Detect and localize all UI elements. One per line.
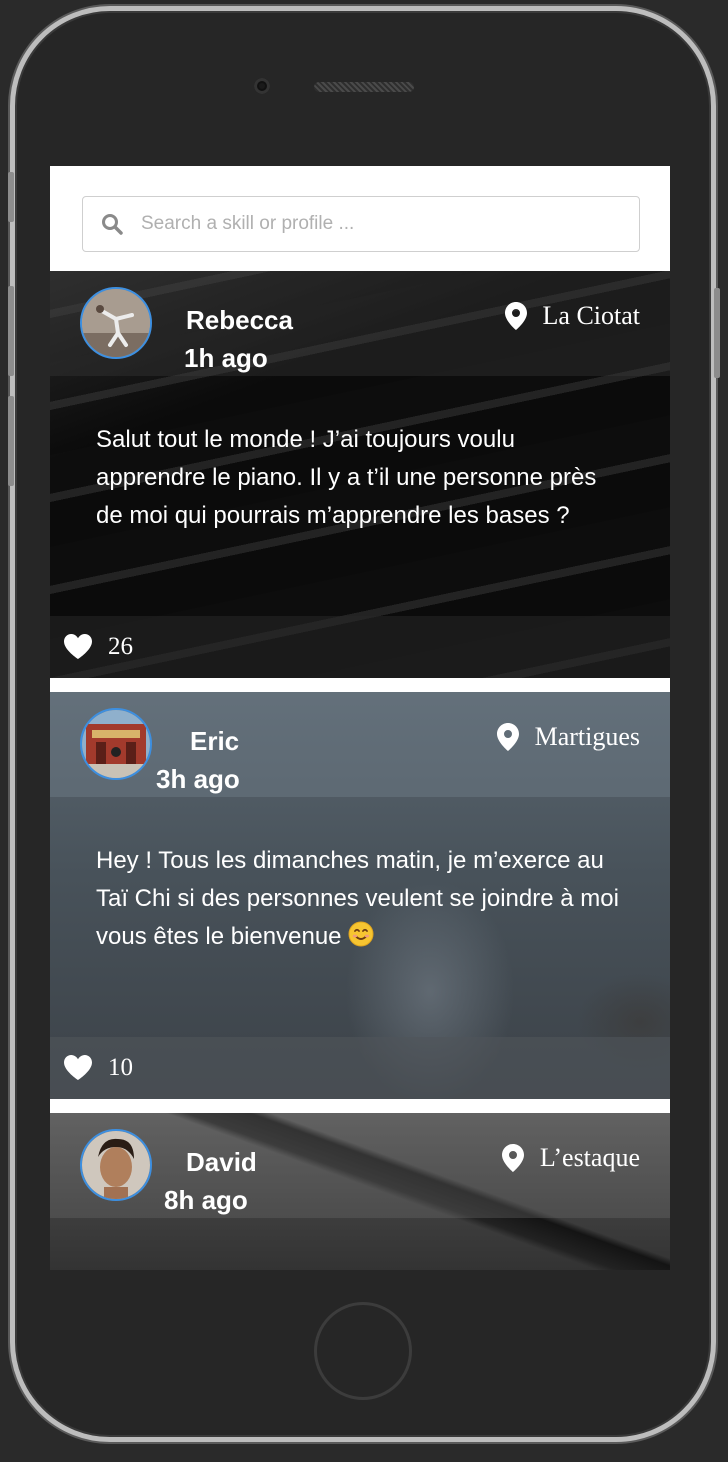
heart-icon[interactable] xyxy=(64,634,92,660)
post-card[interactable]: David 8h ago L’estaque xyxy=(50,1113,670,1270)
post-header: Eric 3h ago Martigues xyxy=(50,692,670,797)
post-card[interactable]: Rebecca 1h ago La Ciotat Salut tout le m… xyxy=(50,271,670,678)
location-label: La Ciotat xyxy=(542,301,640,330)
pin-icon xyxy=(496,723,519,751)
front-camera xyxy=(254,78,270,94)
post-time: 1h ago xyxy=(184,343,268,373)
location: Martigues xyxy=(496,722,640,752)
post-text: Hey ! Tous les dimanches matin, je m’exe… xyxy=(96,842,626,956)
mute-switch xyxy=(8,172,14,222)
post-card[interactable]: Eric 3h ago Martigues Hey ! Tous les dim… xyxy=(50,692,670,1099)
volume-down-button xyxy=(8,396,14,486)
post-footer: 10 xyxy=(50,1037,670,1099)
avatar[interactable] xyxy=(80,708,152,780)
author-name[interactable]: David xyxy=(186,1147,257,1178)
location-label: L’estaque xyxy=(539,1143,640,1172)
author-name[interactable]: Eric xyxy=(190,726,239,757)
avatar[interactable] xyxy=(80,287,152,359)
location: La Ciotat xyxy=(504,301,640,331)
post-separator xyxy=(50,678,670,692)
pin-icon xyxy=(501,1144,524,1172)
author-name[interactable]: Rebecca xyxy=(186,305,293,336)
post-time: 3h ago xyxy=(156,764,240,794)
heart-icon[interactable] xyxy=(64,1055,92,1081)
smiling-face-emoji xyxy=(348,921,374,947)
post-header: David 8h ago L’estaque xyxy=(50,1113,670,1218)
pin-icon xyxy=(504,302,527,330)
like-count: 10 xyxy=(108,1054,133,1081)
location-label: Martigues xyxy=(534,722,640,751)
home-button[interactable] xyxy=(314,1302,412,1400)
search-bar xyxy=(50,166,670,271)
post-separator xyxy=(50,1099,670,1113)
post-time: 8h ago xyxy=(164,1185,248,1215)
search-field[interactable] xyxy=(82,196,640,252)
avatar[interactable] xyxy=(80,1129,152,1201)
power-button xyxy=(714,288,720,378)
earpiece-speaker xyxy=(314,82,414,92)
post-text: Salut tout le monde ! J’ai toujours voul… xyxy=(96,426,597,529)
post-footer: 26 xyxy=(50,616,670,678)
search-icon xyxy=(99,211,125,237)
post-header: Rebecca 1h ago La Ciotat xyxy=(50,271,670,376)
search-input[interactable] xyxy=(139,212,623,236)
like-count: 26 xyxy=(108,633,133,660)
location: L’estaque xyxy=(501,1143,640,1173)
volume-up-button xyxy=(8,286,14,376)
app-screen: Rebecca 1h ago La Ciotat Salut tout le m… xyxy=(50,166,670,1270)
